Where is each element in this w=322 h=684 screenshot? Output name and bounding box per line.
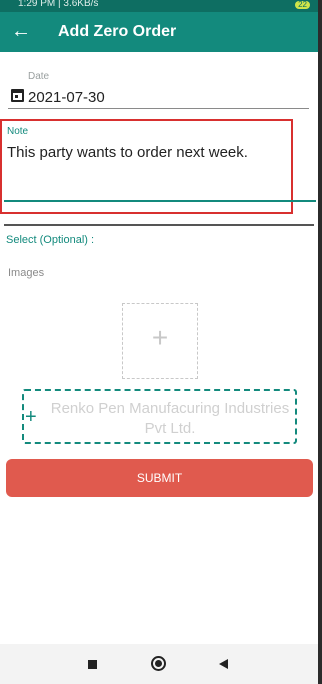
screen-edge — [318, 0, 322, 684]
note-underline — [4, 200, 316, 202]
back-arrow-icon[interactable]: ← — [10, 20, 32, 42]
recents-square-icon[interactable] — [88, 660, 97, 669]
date-label: Date — [28, 71, 50, 82]
status-bar: 1:29 PM | 3.6KB/s 22 — [0, 0, 322, 12]
images-label: Images — [8, 267, 45, 279]
note-label: Note — [7, 126, 29, 137]
party-name: Renko Pen Manufacuring Industries Pvt Lt… — [50, 400, 290, 437]
select-label[interactable]: Select (Optional) : — [6, 234, 94, 246]
app-bar: ← Add Zero Order — [0, 12, 322, 52]
plus-icon: + — [151, 322, 169, 353]
status-icons: 22 — [291, 0, 310, 9]
add-image-button[interactable]: + — [122, 303, 198, 379]
system-nav-bar — [0, 644, 322, 684]
date-field[interactable]: 2021-07-30 — [28, 89, 105, 106]
note-field[interactable]: This party wants to order next week. — [7, 144, 287, 161]
page-title: Add Zero Order — [58, 23, 177, 40]
home-circle-icon[interactable] — [151, 656, 166, 671]
calendar-icon[interactable] — [11, 89, 24, 102]
battery-icon: 22 — [295, 1, 310, 9]
party-select-box[interactable]: + Renko Pen Manufacuring Industries Pvt … — [22, 389, 297, 444]
submit-button[interactable]: SUBMIT — [6, 459, 313, 497]
back-triangle-icon[interactable] — [219, 659, 228, 669]
plus-icon[interactable]: + — [25, 406, 37, 429]
status-time: 1:29 PM | 3.6KB/s — [18, 0, 99, 9]
date-underline — [8, 108, 309, 109]
select-divider — [4, 224, 314, 226]
